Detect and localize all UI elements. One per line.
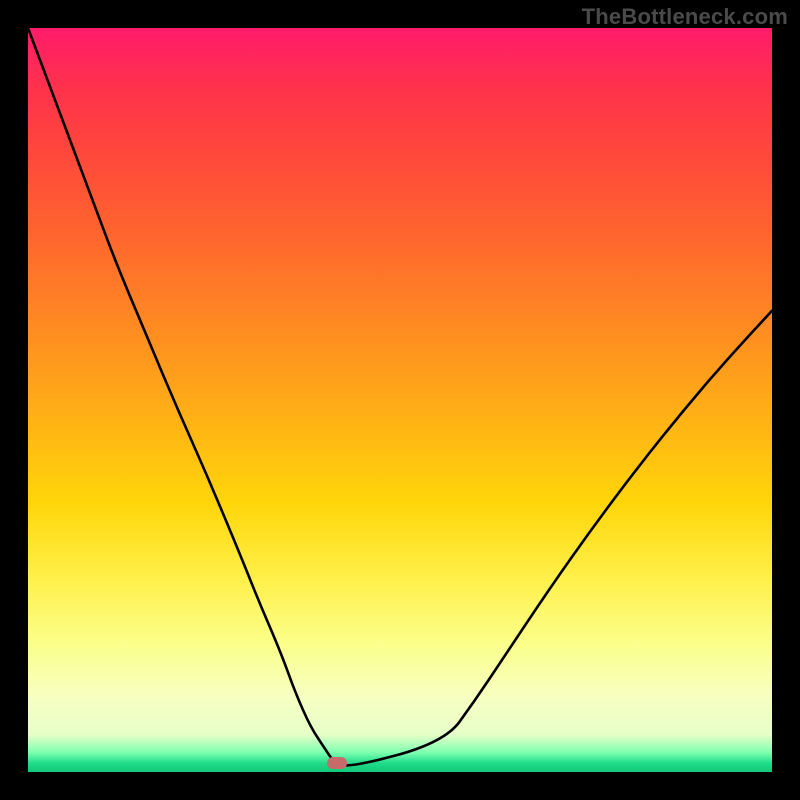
chart-frame: TheBottleneck.com (0, 0, 800, 800)
bottleneck-curve-path (28, 28, 772, 765)
watermark-text: TheBottleneck.com (582, 4, 788, 30)
bottleneck-curve-svg (28, 28, 772, 772)
optimal-point-marker (327, 757, 347, 769)
plot-area (28, 28, 772, 772)
